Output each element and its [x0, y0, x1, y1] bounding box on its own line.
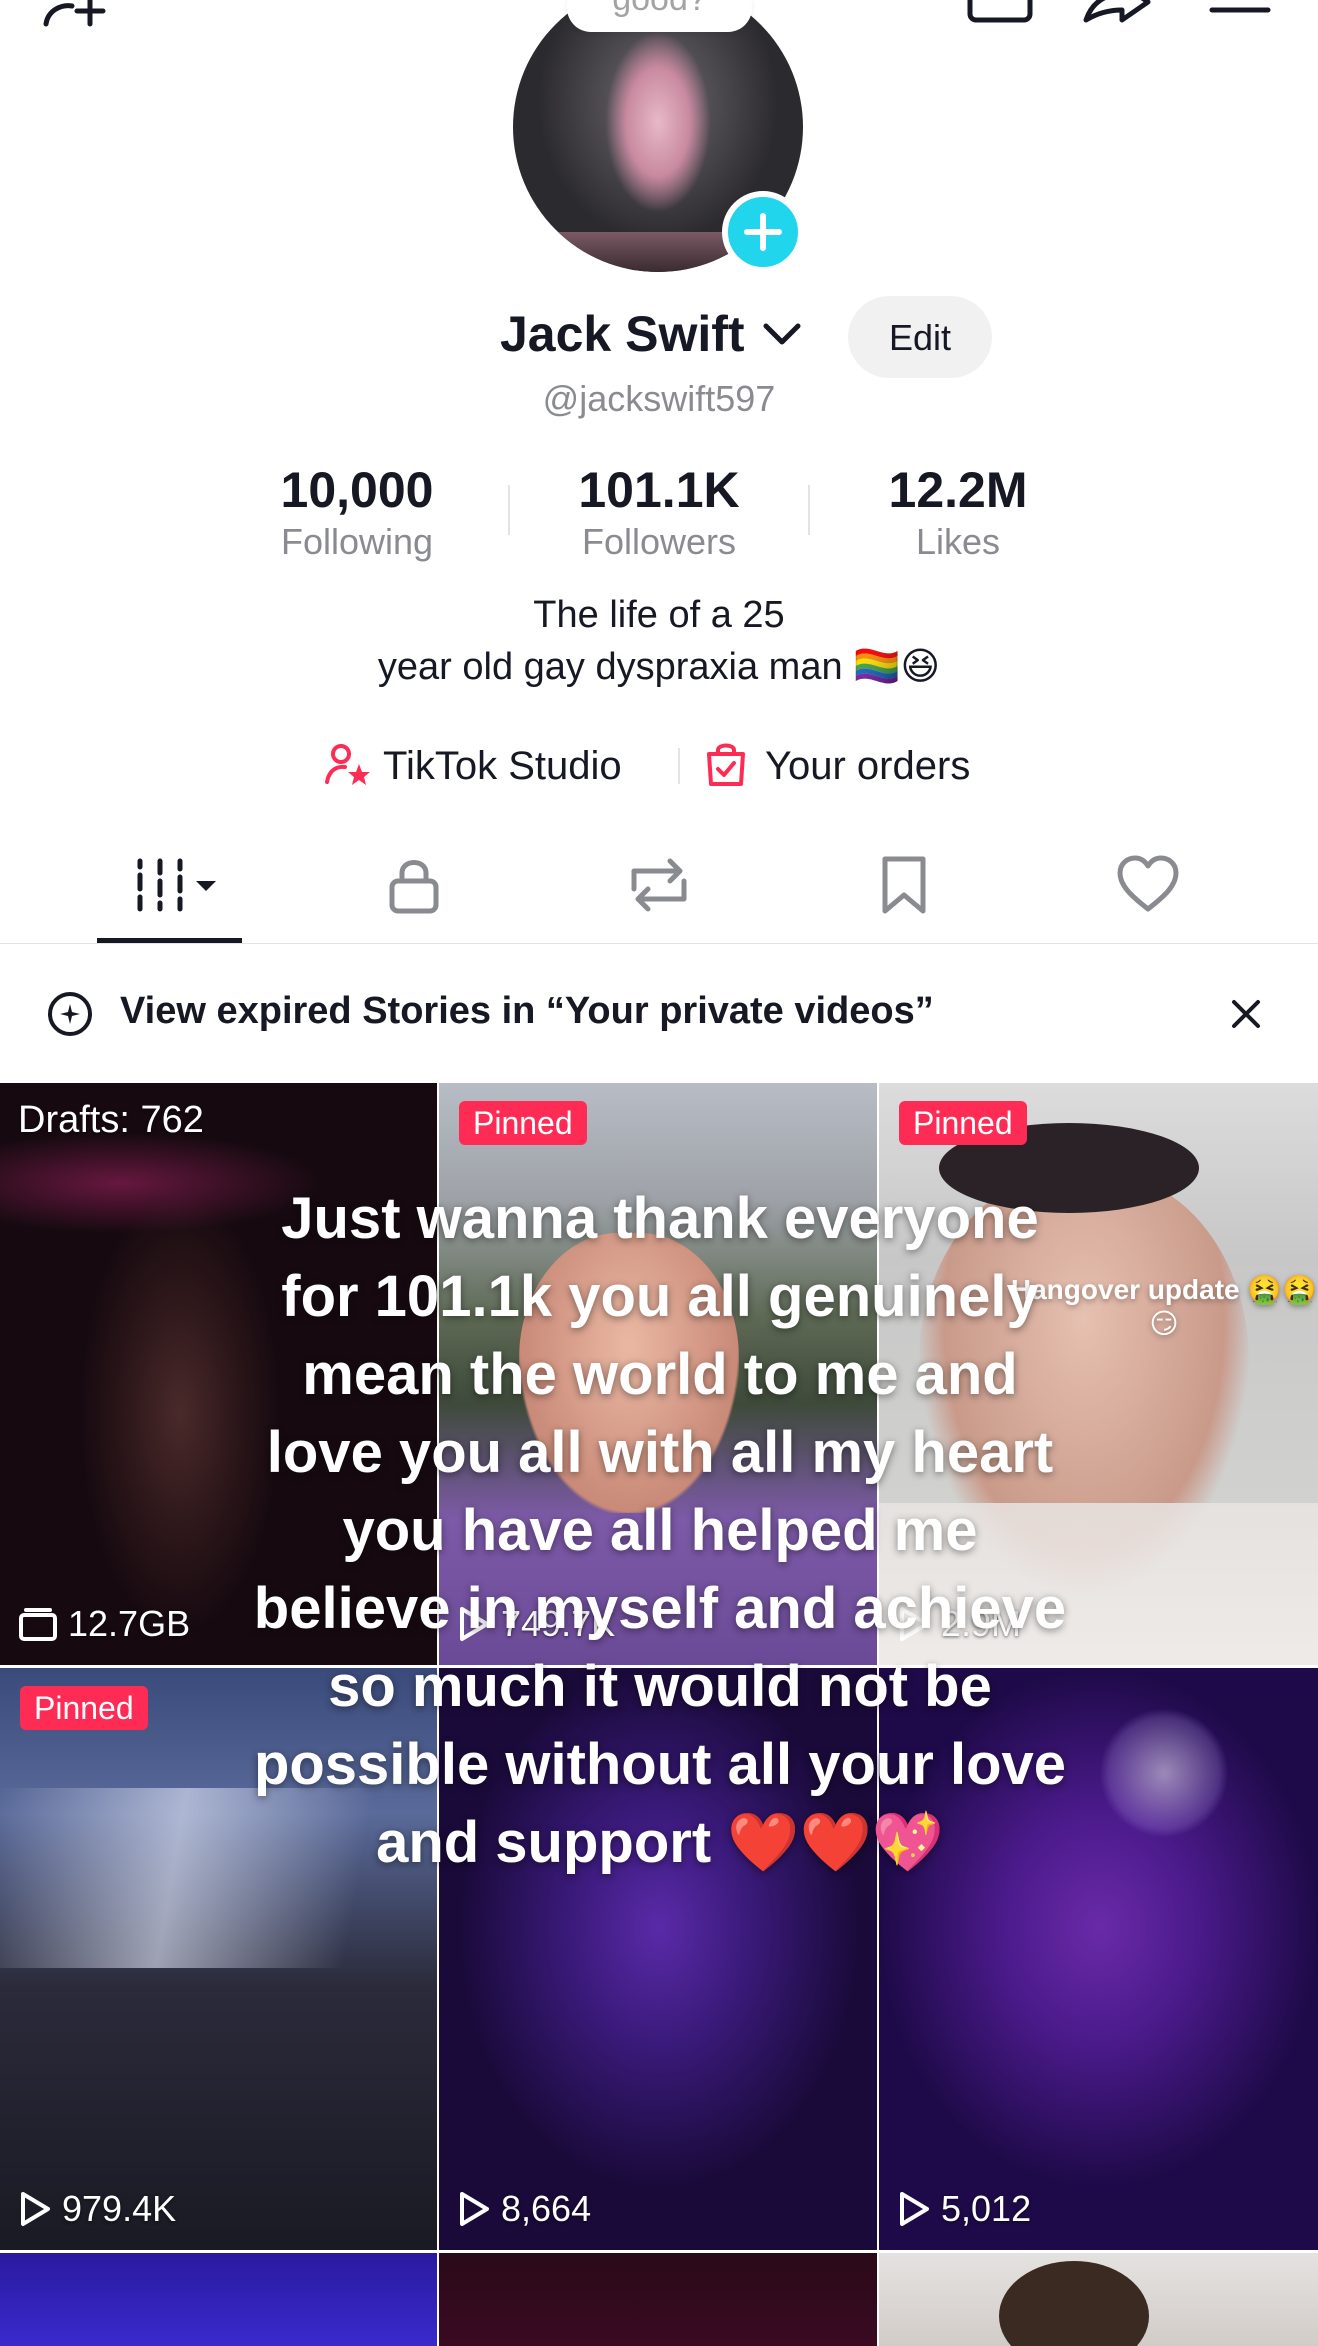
- play-icon: [21, 2192, 50, 2226]
- stat-following[interactable]: 10,000 Following: [227, 462, 487, 566]
- tabs-divider: [0, 943, 1318, 944]
- story-plus-icon: [46, 990, 94, 1043]
- share-icon[interactable]: [1082, 0, 1152, 24]
- drafts-size-value: 12.7GB: [68, 1603, 191, 1644]
- menu-icon[interactable]: [1208, 0, 1272, 20]
- bio-line-2: year old gay dyspraxia man 🏳️‍🌈😆: [377, 646, 941, 688]
- overlay-caption: Just wanna thank everyone for 101.1k you…: [253, 1186, 1067, 1875]
- view-count: 5,012: [897, 2188, 1031, 2230]
- lock-icon: [389, 860, 439, 914]
- repost-icon: [631, 858, 687, 912]
- avatar-note-bubble[interactable]: good?: [567, 0, 752, 32]
- links-divider: [678, 748, 680, 784]
- play-icon: [900, 2192, 929, 2226]
- add-friend-icon[interactable]: [40, 0, 120, 28]
- your-orders-link[interactable]: Your orders: [705, 738, 970, 794]
- stat-followers[interactable]: 101.1K Followers: [529, 462, 789, 566]
- tiktok-studio-link[interactable]: TikTok Studio: [325, 738, 622, 794]
- edit-profile-button[interactable]: Edit: [848, 296, 992, 378]
- view-count-value: 8,664: [501, 2188, 592, 2229]
- stat-likes[interactable]: 12.2M Likes: [828, 462, 1088, 566]
- stat-value: 10,000: [280, 462, 434, 518]
- stat-divider: [508, 485, 510, 535]
- close-icon[interactable]: [1228, 996, 1264, 1037]
- chevron-down-icon[interactable]: [762, 320, 802, 355]
- view-count-value: 979.4K: [62, 2188, 177, 2229]
- tab-private[interactable]: [354, 850, 474, 920]
- folder-icon: [19, 1608, 57, 1641]
- plus-icon: [744, 213, 782, 251]
- stat-divider: [808, 485, 810, 535]
- play-icon: [460, 2192, 489, 2226]
- video-tile[interactable]: [0, 2253, 437, 2346]
- tile-light: [1099, 1708, 1229, 1838]
- stat-value: 12.2M: [888, 462, 1028, 518]
- tab-favorites[interactable]: [844, 850, 964, 920]
- tab-videos[interactable]: [108, 850, 228, 920]
- view-count: 8,664: [457, 2188, 591, 2230]
- bio-line-1: The life of a 25: [533, 594, 785, 636]
- stat-label: Likes: [915, 521, 1001, 562]
- studio-icon: [325, 742, 373, 791]
- pinned-badge: Pinned: [20, 1686, 148, 1730]
- video-tile[interactable]: [439, 2253, 877, 2346]
- username-handle: @jackswift597: [542, 378, 776, 419]
- bookmark-icon: [882, 856, 926, 914]
- drafts-label: Drafts: 762: [18, 1099, 204, 1141]
- heart-icon: [1117, 855, 1179, 912]
- pinned-badge: Pinned: [899, 1101, 1027, 1145]
- display-name[interactable]: Jack Swift: [500, 305, 745, 363]
- orders-label: Your orders: [765, 743, 971, 788]
- calendar-star-icon[interactable]: [966, 0, 1036, 24]
- shopping-bag-icon: [705, 740, 747, 793]
- tile-hair: [999, 2261, 1149, 2346]
- stat-label: Followers: [581, 521, 737, 562]
- tab-liked[interactable]: [1088, 850, 1208, 920]
- view-count-value: 5,012: [941, 2188, 1032, 2229]
- video-tile[interactable]: [879, 2253, 1318, 2346]
- stories-banner-text[interactable]: View expired Stories in “Your private vi…: [120, 990, 934, 1033]
- studio-label: TikTok Studio: [383, 743, 622, 788]
- add-story-button[interactable]: [722, 191, 804, 273]
- stat-value: 101.1K: [578, 462, 740, 518]
- grid-icon: [137, 858, 216, 912]
- tab-reposts[interactable]: [599, 850, 719, 920]
- stat-label: Following: [280, 521, 434, 562]
- drafts-size: 12.7GB: [18, 1603, 190, 1645]
- view-count: 979.4K: [18, 2188, 176, 2230]
- pinned-badge: Pinned: [459, 1101, 587, 1145]
